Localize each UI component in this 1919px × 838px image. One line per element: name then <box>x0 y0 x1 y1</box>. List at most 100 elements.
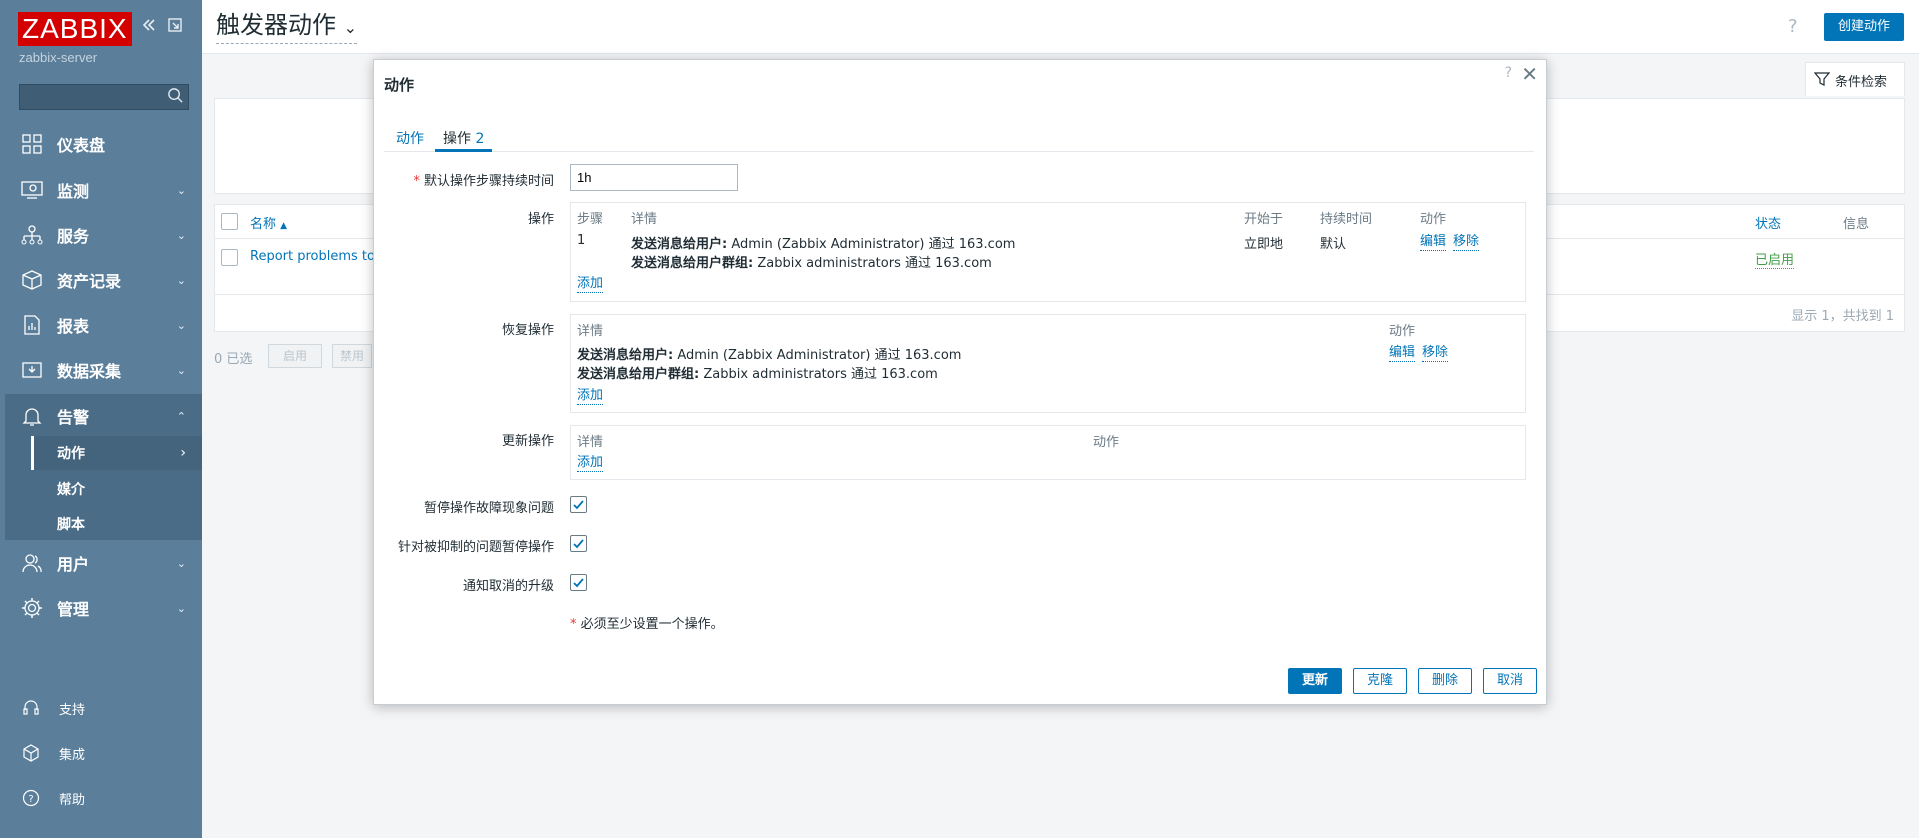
nav-label: 帮助 <box>59 793 86 808</box>
help-icon[interactable]: ? <box>1788 16 1798 37</box>
default-duration-input[interactable] <box>570 164 738 191</box>
row-checkbox[interactable] <box>221 249 238 266</box>
pause-suppressed-label: 针对被抑制的问题暂停操作 <box>397 540 554 555</box>
cancel-button[interactable]: 取消 <box>1483 668 1537 694</box>
nav-label: 支持 <box>59 703 86 718</box>
update-add-link[interactable]: 添加 <box>577 455 604 472</box>
clone-button[interactable]: 克隆 <box>1353 668 1407 694</box>
help-icon: ? <box>22 789 40 807</box>
recovery-header-action: 动作 <box>1389 324 1416 339</box>
nav-label: 集成 <box>59 748 86 763</box>
required-note-text: 必须至少设置一个操作。 <box>580 617 724 632</box>
monitoring-icon <box>21 181 43 199</box>
recovery-detail-line-2: 发送消息给用户群组: Zabbix administrators 通过 163.… <box>577 363 938 382</box>
nav-label: 监测 <box>57 182 90 201</box>
chevron-down-icon: ⌄ <box>176 183 186 197</box>
chevron-down-icon: ⌄ <box>176 228 186 242</box>
sort-asc-icon: ▲ <box>280 221 288 231</box>
selected-count: 0 已选 <box>214 352 253 367</box>
select-all-checkbox[interactable] <box>221 213 238 230</box>
page-title[interactable]: 触发器动作 ⌄ <box>216 10 358 44</box>
pause-suppressed-checkbox[interactable] <box>570 535 587 552</box>
ops-detail-line-2-label: 发送消息给用户群组: <box>631 256 754 271</box>
status-badge[interactable]: 已启用 <box>1755 249 1795 269</box>
nav-reports[interactable]: 报表 ⌄ <box>0 303 202 347</box>
chevron-down-icon: ⌄ <box>176 363 186 377</box>
checkmark-icon <box>573 500 584 510</box>
nav-label: 用户 <box>57 555 90 574</box>
tab-operations-label: 操作 <box>443 131 471 147</box>
nav-label: 服务 <box>57 227 90 246</box>
recovery-detail-line-2-text: Zabbix administrators 通过 163.com <box>699 367 938 382</box>
sub-nav-media[interactable]: 媒介 <box>31 472 202 506</box>
zabbix-logo[interactable]: ZABBIX <box>18 12 132 46</box>
search-icon[interactable] <box>167 87 184 104</box>
column-header-name[interactable]: 名称 ▲ <box>250 213 287 232</box>
page-title-text: 触发器动作 <box>216 11 336 39</box>
integrations-icon <box>23 744 39 762</box>
help-icon[interactable]: ? <box>1505 65 1512 81</box>
chevron-up-icon: ⌃ <box>176 409 186 423</box>
ops-header-step: 步骤 <box>577 212 604 227</box>
nav-services[interactable]: 服务 ⌄ <box>0 213 202 257</box>
nav-integrations[interactable]: 集成 <box>0 733 202 773</box>
dialog-title: 动作 <box>384 76 415 94</box>
update-button[interactable]: 更新 <box>1288 668 1342 694</box>
checkmark-icon <box>573 578 584 588</box>
nav-data-collection[interactable]: 数据采集 ⌄ <box>0 348 202 392</box>
nav-label: 管理 <box>57 600 90 619</box>
tab-action[interactable]: 动作 <box>396 128 424 148</box>
page-header: 触发器动作 ⌄ ? 创建动作 <box>202 0 1919 54</box>
nav-support[interactable]: 支持 <box>0 688 202 728</box>
nav-alerts[interactable]: 告警 ⌃ <box>5 394 202 438</box>
nav-label: 报表 <box>57 317 90 336</box>
gear-icon <box>22 598 42 618</box>
collapse-sidebar-icon[interactable] <box>140 16 158 39</box>
recovery-detail-line-2-label: 发送消息给用户群组: <box>577 367 700 382</box>
inventory-icon <box>22 270 42 290</box>
ops-edit-link[interactable]: 编辑 <box>1420 234 1447 251</box>
ops-header-duration: 持续时间 <box>1320 212 1373 227</box>
nav-label: 资产记录 <box>57 272 122 291</box>
pause-symptoms-checkbox[interactable] <box>570 496 587 513</box>
operations-table: 步骤 详情 开始于 持续时间 动作 1 发送消息给用户: Admin (Zabb… <box>570 202 1526 302</box>
update-operations-table: 详情 动作 添加 <box>570 425 1526 480</box>
server-name: zabbix-server <box>19 50 98 65</box>
nav-users[interactable]: 用户 ⌄ <box>0 541 202 585</box>
filter-icon <box>1814 72 1830 86</box>
create-action-button[interactable]: 创建动作 <box>1824 13 1905 41</box>
svg-text:?: ? <box>28 794 33 805</box>
ops-detail-line-1-text: Admin (Zabbix Administrator) 通过 163.com <box>727 237 1016 252</box>
ops-header-start: 开始于 <box>1244 212 1284 227</box>
close-icon[interactable]: ✕ <box>1521 62 1538 86</box>
action-name-link[interactable]: Report problems to Z <box>250 249 388 264</box>
recovery-detail-line-1-label: 发送消息给用户: <box>577 348 674 363</box>
sub-nav-actions[interactable]: 动作 › <box>31 436 202 470</box>
nav-monitoring[interactable]: 监测 ⌄ <box>0 168 202 212</box>
nav-dashboard[interactable]: 仪表盘 <box>0 122 202 166</box>
recovery-add-link[interactable]: 添加 <box>577 388 604 405</box>
nav-inventory[interactable]: 资产记录 ⌄ <box>0 258 202 302</box>
update-header-action: 动作 <box>1093 435 1120 450</box>
sub-nav-scripts[interactable]: 脚本 <box>31 507 202 541</box>
ops-detail-line-2: 发送消息给用户群组: Zabbix administrators 通过 163.… <box>631 252 992 271</box>
kiosk-mode-icon[interactable] <box>166 16 184 39</box>
notify-cancelled-checkbox[interactable] <box>570 574 587 591</box>
filter-tab[interactable]: 条件检索 <box>1805 62 1905 96</box>
tab-operations[interactable]: 操作 2 <box>435 128 493 152</box>
nav-help[interactable]: ? 帮助 <box>0 778 202 818</box>
enable-button[interactable]: 启用 <box>268 344 322 368</box>
sidebar: ZABBIX zabbix-server 仪表盘 监测 ⌄ 服务 ⌄ 资产记录 … <box>0 0 202 838</box>
sidebar-search-input[interactable] <box>19 84 189 110</box>
disable-button[interactable]: 禁用 <box>332 344 372 368</box>
recovery-remove-link[interactable]: 移除 <box>1422 345 1449 362</box>
update-header-details: 详情 <box>577 435 604 450</box>
nav-administration[interactable]: 管理 ⌄ <box>0 586 202 630</box>
ops-add-link[interactable]: 添加 <box>577 276 604 293</box>
delete-button[interactable]: 删除 <box>1418 668 1472 694</box>
ops-remove-link[interactable]: 移除 <box>1453 234 1480 251</box>
column-header-status[interactable]: 状态 <box>1755 213 1781 232</box>
recovery-edit-link[interactable]: 编辑 <box>1389 345 1416 362</box>
filter-tab-label: 条件检索 <box>1835 75 1888 90</box>
support-icon <box>23 700 39 715</box>
